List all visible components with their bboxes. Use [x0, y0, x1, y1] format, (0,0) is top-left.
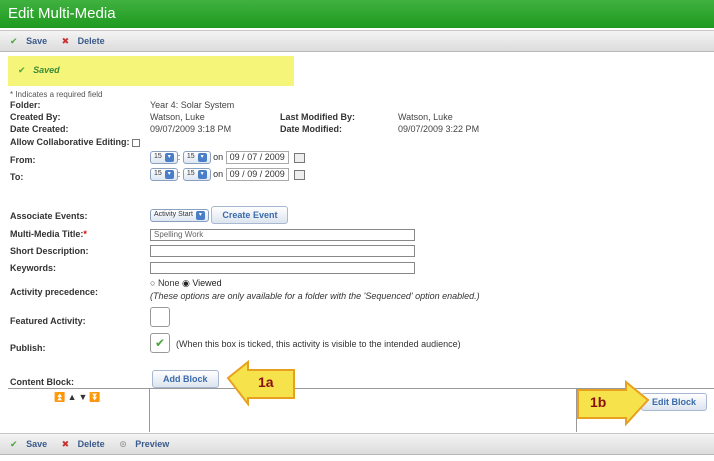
keywords-input[interactable]: [150, 262, 415, 274]
publish-label: Publish:: [10, 343, 46, 353]
publish-checkbox[interactable]: ✔: [150, 333, 170, 353]
top-toolbar: ✔ Save ✖ Delete: [0, 30, 714, 52]
delete-button[interactable]: ✖ Delete: [62, 36, 111, 46]
date-modified-label: Date Modified:: [280, 124, 342, 134]
calendar-icon[interactable]: [294, 169, 306, 180]
precedence-label: Activity precedence:: [10, 287, 99, 297]
create-event-button[interactable]: Create Event: [211, 206, 289, 224]
delete-icon: ✖: [61, 36, 70, 46]
folder-label: Folder:: [10, 100, 41, 110]
reorder-arrows-icon[interactable]: ⏫▲▼⏬: [8, 389, 150, 432]
featured-label: Featured Activity:: [10, 316, 86, 326]
collab-checkbox[interactable]: [131, 138, 140, 147]
associate-events-label: Associate Events:: [10, 211, 88, 221]
chevron-down-icon: ▾: [164, 170, 174, 179]
check-icon: ✔: [154, 336, 166, 350]
callout-1a-label: 1a: [258, 374, 274, 390]
delete-button[interactable]: ✖ Delete: [62, 439, 111, 449]
callout-1b: 1b: [576, 379, 650, 428]
preview-icon: ⊙: [119, 439, 127, 449]
folder-value: Year 4: Solar System: [150, 100, 235, 110]
edit-block-button[interactable]: Edit Block: [641, 393, 708, 411]
keywords-label: Keywords:: [10, 263, 57, 273]
add-block-button[interactable]: Add Block: [152, 370, 219, 388]
to-hour-select[interactable]: 15 ▾: [150, 168, 178, 181]
precedence-viewed-radio[interactable]: ◉ Viewed: [182, 278, 222, 288]
precedence-note: (These options are only available for a …: [150, 291, 480, 301]
bottom-toolbar: ✔ Save ✖ Delete ⊙ Preview: [0, 433, 714, 455]
chevron-down-icon: ▾: [195, 211, 205, 221]
title-label: Multi-Media Title:*: [10, 229, 87, 239]
to-label: To:: [10, 172, 24, 182]
callout-arrow-shape: [577, 379, 650, 427]
callout-1b-label: 1b: [590, 394, 607, 410]
last-modified-by-value: Watson, Luke: [398, 112, 453, 122]
calendar-icon[interactable]: [294, 152, 306, 163]
from-label: From:: [10, 155, 36, 165]
chevron-down-icon: ▾: [197, 170, 207, 179]
from-row: 15 ▾: 15 ▾ on 09 / 07 / 2009: [150, 151, 306, 164]
chevron-down-icon: ▾: [164, 153, 174, 162]
collab-label: Allow Collaborative Editing:: [10, 137, 140, 147]
to-minute-select[interactable]: 15 ▾: [182, 168, 211, 181]
last-modified-by-label: Last Modified By:: [280, 112, 356, 122]
preview-button[interactable]: ⊙ Preview: [119, 439, 175, 449]
precedence-options: ○ None ◉ Viewed: [150, 278, 222, 289]
from-minute-select[interactable]: 15 ▾: [182, 151, 211, 164]
saved-notice: ✔ Saved: [8, 56, 294, 86]
date-modified-value: 09/07/2009 3:22 PM: [398, 124, 480, 134]
publish-note: (When this box is ticked, this activity …: [176, 339, 461, 349]
save-button[interactable]: ✔ Save: [10, 439, 53, 449]
required-note: * Indicates a required field: [10, 90, 103, 99]
date-created-value: 09/07/2009 3:18 PM: [150, 124, 232, 134]
check-icon: ✔: [10, 36, 18, 46]
created-by-label: Created By:: [10, 112, 61, 122]
chevron-down-icon: ▾: [197, 153, 207, 162]
title-input[interactable]: Spelling Work: [150, 229, 415, 241]
from-date-input[interactable]: 09 / 07 / 2009: [225, 151, 289, 164]
precedence-none-radio[interactable]: ○ None: [150, 278, 179, 288]
callout-1a: 1a: [226, 359, 298, 408]
associate-events-row: Activity Start ▾ Create Event: [150, 206, 289, 224]
check-icon: ✔: [18, 65, 26, 75]
delete-icon: ✖: [61, 439, 70, 449]
to-date-input[interactable]: 09 / 09 / 2009: [225, 168, 289, 181]
window-title: Edit Multi-Media: [0, 0, 714, 28]
created-by-value: Watson, Luke: [150, 112, 205, 122]
content-block-label: Content Block:: [10, 377, 74, 387]
from-hour-select[interactable]: 15 ▾: [150, 151, 178, 164]
check-icon: ✔: [10, 439, 18, 449]
save-button[interactable]: ✔ Save: [10, 36, 53, 46]
to-row: 15 ▾: 15 ▾ on 09 / 09 / 2009: [150, 168, 306, 181]
associate-events-select[interactable]: Activity Start ▾: [150, 209, 209, 223]
short-description-input[interactable]: [150, 245, 415, 257]
featured-checkbox[interactable]: [150, 307, 170, 327]
short-description-label: Short Description:: [10, 246, 89, 256]
date-created-label: Date Created:: [10, 124, 69, 134]
